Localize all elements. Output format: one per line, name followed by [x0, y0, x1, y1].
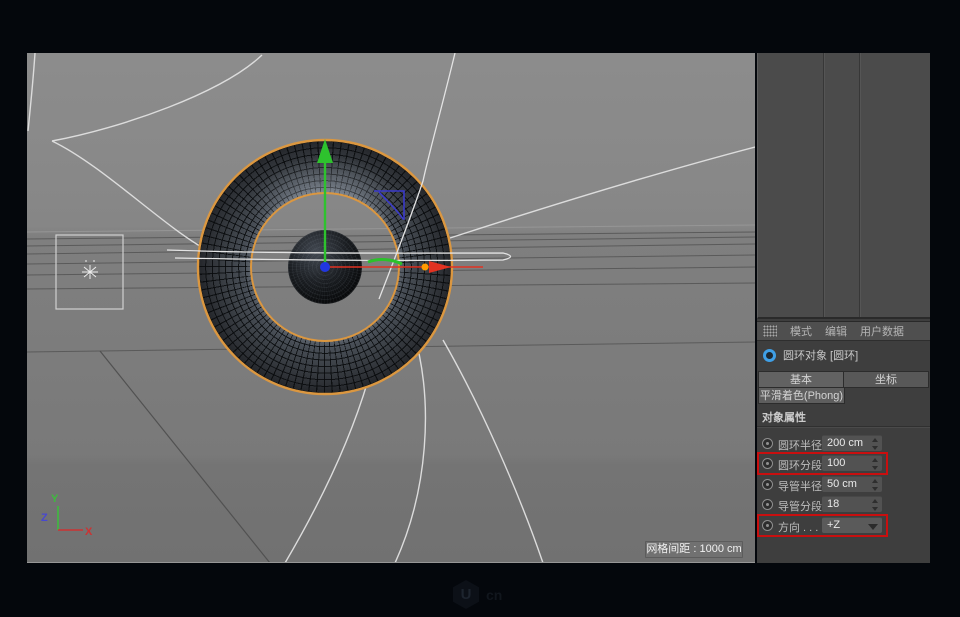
application-window: Y Z X 网格间距 : 1000 cm 模式 编辑 用户数据 圆环对象 [圆环… — [0, 0, 960, 617]
gizmo-origin-dot[interactable] — [320, 262, 330, 272]
orientation-dropdown[interactable]: +Z — [822, 517, 882, 533]
ring-segments-input[interactable]: 100 — [822, 455, 882, 471]
field-value: +Z — [827, 519, 840, 531]
stepper-icon[interactable] — [871, 499, 879, 511]
scale-handle-dot[interactable] — [422, 264, 429, 271]
object-title: 圆环对象 [圆环] — [783, 347, 858, 363]
property-row-ring-radius: 圆环半径 200 cm — [757, 435, 930, 452]
animation-dot-icon[interactable] — [762, 438, 773, 449]
tab-phong[interactable]: 平滑着色(Phong) — [758, 387, 845, 404]
column-divider — [859, 53, 860, 317]
property-label: 圆环半径 — [778, 437, 822, 453]
empty-manager-area[interactable] — [757, 53, 930, 319]
field-value: 18 — [827, 498, 839, 510]
animation-dot-icon[interactable] — [762, 520, 773, 531]
torus-object-icon — [763, 349, 776, 362]
property-row-pipe-radius: 导管半径 50 cm — [757, 476, 930, 493]
property-label: 方向 . . . — [778, 519, 818, 535]
watermark-text: cn — [486, 587, 502, 603]
stepper-icon[interactable] — [871, 438, 879, 450]
watermark: U cn — [453, 580, 502, 609]
property-label: 导管分段 — [778, 498, 822, 514]
attribute-tabs: 基本 坐标 平滑着色(Phong) — [758, 371, 930, 404]
grid-spacing-badge: 网格间距 : 1000 cm — [645, 541, 743, 558]
axis-z-label: Z — [41, 512, 48, 524]
chevron-down-icon — [868, 524, 878, 530]
gizmo-y-axis[interactable] — [317, 139, 333, 267]
menu-mode[interactable]: 模式 — [790, 323, 812, 339]
field-value: 100 — [827, 457, 845, 469]
property-row-orientation: 方向 . . . +Z — [757, 517, 930, 534]
y-arrowhead-icon[interactable] — [317, 139, 333, 163]
spline-curves-front — [167, 53, 511, 299]
3d-viewport[interactable]: Y Z X 网格间距 : 1000 cm — [27, 53, 755, 563]
tab-coordinates[interactable]: 坐标 — [843, 371, 929, 388]
section-title: 对象属性 — [757, 410, 930, 427]
animation-dot-icon[interactable] — [762, 479, 773, 490]
stepper-icon[interactable] — [871, 458, 879, 470]
property-row-pipe-segments: 导管分段 18 — [757, 496, 930, 513]
attribute-manager-panel: 模式 编辑 用户数据 圆环对象 [圆环] 基本 坐标 平滑着色(Phong) 对… — [757, 53, 930, 563]
menu-edit[interactable]: 编辑 — [825, 323, 847, 339]
property-label: 圆环分段 — [778, 457, 822, 473]
column-divider — [823, 53, 824, 317]
property-label: 导管半径 — [778, 478, 822, 494]
object-header: 圆环对象 [圆环] — [757, 346, 930, 364]
animation-dot-icon[interactable] — [762, 458, 773, 469]
watermark-logo-icon: U — [453, 580, 479, 609]
pipe-radius-input[interactable]: 50 cm — [822, 476, 882, 492]
pipe-segments-input[interactable]: 18 — [822, 496, 882, 512]
world-axis-indicator: Y Z X — [41, 493, 93, 538]
axis-x-label: X — [85, 526, 93, 538]
gizmo-x-axis[interactable] — [325, 261, 483, 273]
axis-y-label: Y — [51, 493, 59, 505]
field-value: 50 cm — [827, 478, 857, 490]
attribute-menubar: 模式 编辑 用户数据 — [757, 321, 930, 341]
viewport-overlay-layer: Y Z X — [27, 53, 755, 563]
tab-basic[interactable]: 基本 — [758, 371, 844, 388]
property-row-ring-segments: 圆环分段 100 — [757, 455, 930, 472]
x-arrowhead-icon[interactable] — [429, 261, 451, 273]
grip-handle-icon[interactable] — [763, 325, 777, 337]
menu-userdata[interactable]: 用户数据 — [860, 323, 904, 339]
stepper-icon[interactable] — [871, 479, 879, 491]
ring-radius-input[interactable]: 200 cm — [822, 435, 882, 451]
field-value: 200 cm — [827, 437, 863, 449]
animation-dot-icon[interactable] — [762, 499, 773, 510]
